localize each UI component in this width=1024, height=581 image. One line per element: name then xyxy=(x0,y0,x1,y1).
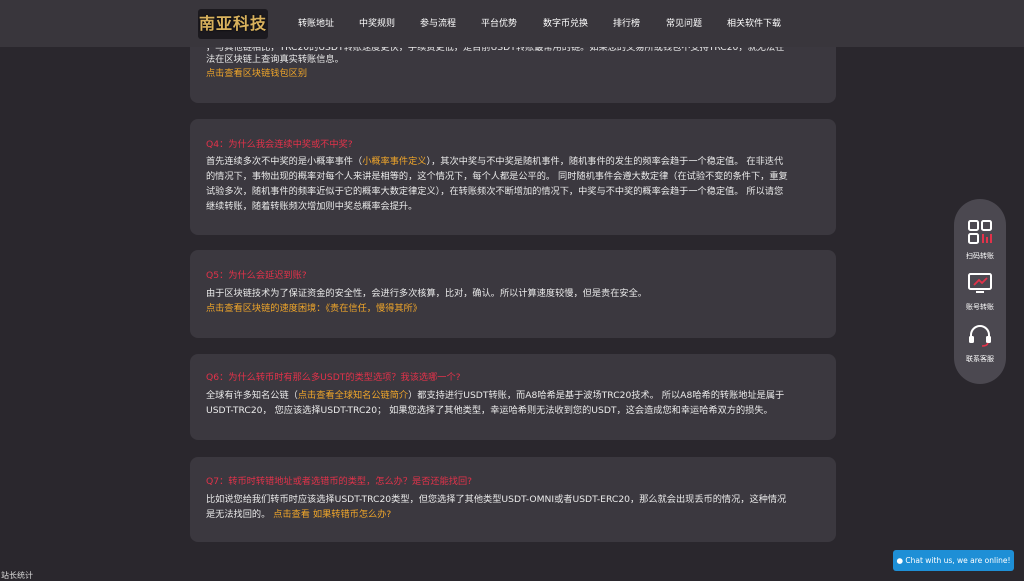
faq-question: Q6：为什么转币时有那么多USDT的类型选项？我该选哪一个? xyxy=(206,372,461,383)
top-nav-bar: 南亚科技 转账地址 中奖规则 参与流程 平台优势 数字币兑换 排行榜 常见问题 … xyxy=(0,0,1024,47)
faq-answer-text: 是无法找回的。 xyxy=(206,509,274,520)
faq-answer-line: 全球有许多知名公链（点击查看全球知名公链简介）都支持进行USDT转账，而A8哈希… xyxy=(206,388,820,404)
nav-faq[interactable]: 常见问题 xyxy=(666,16,702,29)
side-quick-panel: 扫码转账 账号转账 联系客服 xyxy=(954,199,1006,384)
contact-support-label: 联系客服 xyxy=(966,355,994,363)
live-chat-label: Chat with us, we are online! xyxy=(905,556,1011,565)
small-probability-link[interactable]: 小概率事件定义 xyxy=(362,156,426,167)
nav-software-download[interactable]: 相关软件下载 xyxy=(727,16,781,29)
blockchain-wallet-link[interactable]: 点击查看区块链钱包区别 xyxy=(206,66,820,82)
brand-logo[interactable]: 南亚科技 xyxy=(198,9,268,39)
faq-card-q6: Q6：为什么转币时有那么多USDT的类型选项？我该选哪一个? 全球有许多知名公链… xyxy=(190,354,836,440)
public-chains-link[interactable]: 点击查看全球知名公链简介 xyxy=(298,390,408,401)
faq-question: Q7：转币时转错地址或者选错币的类型，怎么办？是否还能找回? xyxy=(206,476,473,487)
site-stats-link[interactable]: 站长统计 xyxy=(1,570,33,581)
faq-card-q7: Q7：转币时转错地址或者选错币的类型，怎么办？是否还能找回? 比如说您给我们转币… xyxy=(190,457,836,542)
faq-answer-text: ）都支持进行USDT转账，而A8哈希是基于波场TRC20技术。 所以A8哈希的转… xyxy=(408,390,785,401)
faq-answer-line: 由于区块链技术为了保证资金的安全性，会进行多次核算，比对，确认。所以计算速度较慢… xyxy=(206,288,647,299)
monitor-icon xyxy=(968,273,992,293)
grid-icon xyxy=(968,220,992,244)
account-transfer-label: 账号转账 xyxy=(966,303,994,311)
faq-card-q4: Q4：为什么我会连续中奖或不中奖? 首先连续多次不中奖的是小概率事件（小概率事件… xyxy=(190,119,836,235)
faq-card-q5: Q5：为什么会延迟到账? 由于区块链技术为了保证资金的安全性，会进行多次核算，比… xyxy=(190,250,836,338)
faq-answer-line: 比如说您给我们转币时应该选择USDT-TRC20类型，但您选择了其他类型USDT… xyxy=(206,494,787,505)
faq-answer-text: 首先连续多次不中奖的是小概率事件（ xyxy=(206,156,363,167)
nav-advantages[interactable]: 平台优势 xyxy=(481,16,517,29)
scan-transfer-button[interactable]: 扫码转账 xyxy=(954,219,1006,261)
nav-process[interactable]: 参与流程 xyxy=(420,16,456,29)
faq-answer-line: 继续转账，随着转账频次增加则中奖总概率会提升。 xyxy=(206,201,418,212)
faq-answer-line: 首先连续多次不中奖的是小概率事件（小概率事件定义），其次中奖与不中奖是随机事件，… xyxy=(206,154,820,170)
contact-support-button[interactable]: 联系客服 xyxy=(954,324,1006,364)
faq-question: Q5：为什么会延迟到账? xyxy=(206,270,307,281)
wrong-coin-link[interactable]: 点击查看 如果转错币怎么办? xyxy=(273,509,391,520)
chat-bubble-icon: ● xyxy=(896,556,903,565)
faq-answer-text: ），其次中奖与不中奖是随机事件，随机事件的发生的频率会趋于一个稳定值。 在非迭代 xyxy=(426,156,784,167)
faq-answer-line: 试验多次，随机事件的频率近似于它的概率大数定律定义），在转账频次不断增加的情况下… xyxy=(206,186,784,197)
live-chat-button[interactable]: ● Chat with us, we are online! xyxy=(893,550,1014,571)
brand-logo-text: 南亚科技 xyxy=(198,14,267,33)
faq-question: Q4：为什么我会连续中奖或不中奖? xyxy=(206,139,353,150)
nav-leaderboard[interactable]: 排行榜 xyxy=(613,16,640,29)
headset-icon xyxy=(969,325,991,347)
scan-transfer-label: 扫码转账 xyxy=(966,252,994,260)
nav-prize-rules[interactable]: 中奖规则 xyxy=(359,16,395,29)
faq-answer-line: USDT-TRC20， 您应该选择USDT-TRC20； 如果您选择了其他类型，… xyxy=(206,405,773,416)
nav-transfer-address[interactable]: 转账地址 xyxy=(298,16,334,29)
faq-answer-text: 全球有许多知名公链（ xyxy=(206,390,298,401)
faq-answer-line: 是无法找回的。 点击查看 如果转错币怎么办? xyxy=(206,507,820,523)
account-transfer-button[interactable]: 账号转账 xyxy=(954,272,1006,312)
blockchain-speed-link[interactable]: 点击查看区块链的速度困境：《贵在信任，慢得其所》 xyxy=(206,301,820,317)
faq-answer-line: 的情况下，事物出现的概率对每个人来讲是相等的，这个情况下，每个人都是公平的。 同… xyxy=(206,171,788,182)
nav-exchange[interactable]: 数字币兑换 xyxy=(543,16,588,29)
